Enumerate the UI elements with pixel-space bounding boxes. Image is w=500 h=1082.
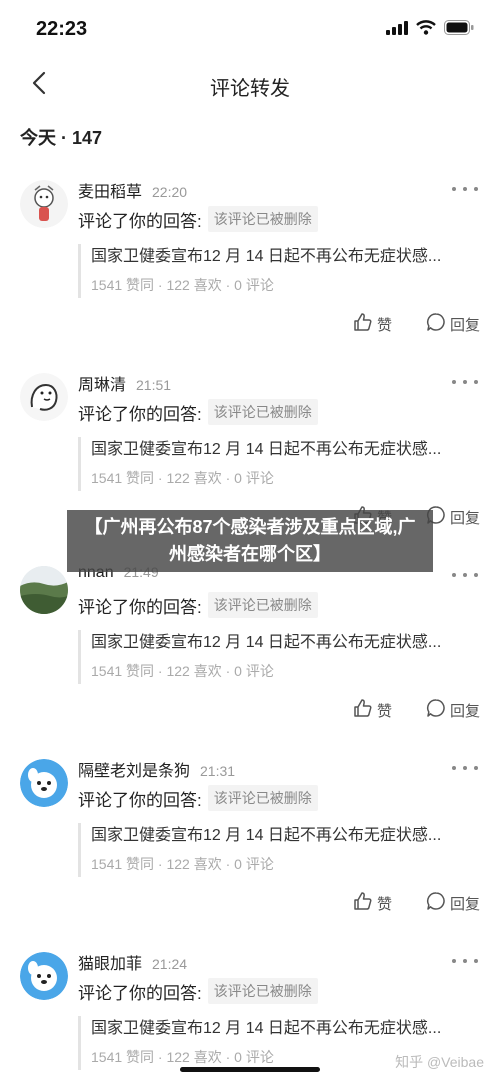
more-button[interactable] — [452, 570, 478, 580]
like-label: 赞 — [376, 316, 392, 334]
watermark: 知乎 @Veibae — [395, 1054, 484, 1070]
quote-stats: 1541 赞同 · 122 喜欢 · 0 评论 — [91, 663, 274, 679]
quote-stats: 1541 赞同 · 122 喜欢 · 0 评论 — [91, 856, 274, 872]
speech-bubble-icon — [426, 891, 446, 915]
reply-label: 回复 — [449, 316, 480, 334]
page-title: 评论转发 — [210, 78, 290, 100]
headline-banner: 【广州再公布87个感染者涉及重点区域,广州感染者在哪个区】 — [67, 510, 433, 572]
timestamp: 21:31 — [200, 763, 236, 779]
status-time: 22:23 — [36, 18, 88, 40]
more-button[interactable] — [452, 956, 478, 966]
reply-button[interactable]: 回复 — [426, 891, 480, 915]
thumbs-up-icon — [353, 891, 373, 915]
comment-text: 评论了你的回答: — [78, 983, 202, 1003]
comment-line: 评论了你的回答: 该评论已被删除 — [78, 399, 318, 425]
quote-title: 国家卫健委宣布12 月 14 日起不再公布无症状感... — [91, 248, 442, 265]
reply-button[interactable]: 回复 — [426, 505, 480, 529]
reply-button[interactable]: 回复 — [426, 698, 480, 722]
deleted-tag: 该评论已被删除 — [207, 206, 318, 232]
quoted-answer[interactable]: 国家卫健委宣布12 月 14 日起不再公布无症状感... 1541 赞同 · 1… — [78, 244, 478, 298]
reply-label: 回复 — [449, 509, 480, 527]
comment-line: 评论了你的回答: 该评论已被删除 — [78, 785, 318, 811]
deleted-tag: 该评论已被删除 — [207, 592, 318, 618]
quoted-answer[interactable]: 国家卫健委宣布12 月 14 日起不再公布无症状感... 1541 赞同 · 1… — [78, 630, 478, 684]
list-item[interactable]: 隔壁老刘是条狗 21:31 评论了你的回答: 该评论已被删除 国家卫健委宣布12 … — [0, 749, 500, 942]
username[interactable]: 周琳清 21:51 — [78, 371, 171, 395]
speech-bubble-icon — [426, 698, 446, 722]
like-label: 赞 — [376, 895, 392, 913]
battery-icon — [444, 20, 474, 40]
reply-button[interactable]: 回复 — [426, 312, 480, 336]
more-button[interactable] — [452, 184, 478, 194]
username[interactable]: 隔壁老刘是条狗 21:31 — [78, 757, 235, 781]
home-indicator[interactable] — [180, 1067, 320, 1072]
actions: 赞 回复 — [353, 698, 480, 722]
list-item[interactable]: 麦田稻草 22:20 评论了你的回答: 该评论已被删除 国家卫健委宣布12 月 1… — [0, 170, 500, 363]
speech-bubble-icon — [426, 312, 446, 336]
timestamp: 21:24 — [152, 956, 188, 972]
comment-text: 评论了你的回答: — [78, 211, 202, 231]
actions: 赞 回复 — [353, 891, 480, 915]
comment-text: 评论了你的回答: — [78, 404, 202, 424]
avatar[interactable] — [20, 566, 68, 614]
reply-label: 回复 — [449, 702, 480, 720]
quote-title: 国家卫健委宣布12 月 14 日起不再公布无症状感... — [91, 1020, 442, 1037]
quote-stats: 1541 赞同 · 122 喜欢 · 0 评论 — [91, 277, 274, 293]
thumbs-up-icon — [353, 312, 373, 336]
quote-title: 国家卫健委宣布12 月 14 日起不再公布无症状感... — [91, 634, 442, 651]
deleted-tag: 该评论已被删除 — [207, 399, 318, 425]
comment-line: 评论了你的回答: 该评论已被删除 — [78, 206, 318, 232]
username-text: 麦田稻草 — [78, 184, 143, 201]
like-button[interactable]: 赞 — [353, 698, 392, 722]
like-button[interactable]: 赞 — [353, 891, 392, 915]
comment-line: 评论了你的回答: 该评论已被删除 — [78, 978, 318, 1004]
avatar[interactable] — [20, 180, 68, 228]
quoted-answer[interactable]: 国家卫健委宣布12 月 14 日起不再公布无症状感... 1541 赞同 · 1… — [78, 437, 478, 491]
reply-label: 回复 — [449, 895, 480, 913]
comment-text: 评论了你的回答: — [78, 790, 202, 810]
timestamp: 21:51 — [136, 377, 172, 393]
comment-line: 评论了你的回答: 该评论已被删除 — [78, 592, 318, 618]
more-button[interactable] — [452, 763, 478, 773]
signal-icon — [386, 20, 408, 40]
avatar[interactable] — [20, 373, 68, 421]
thumbs-up-icon — [353, 698, 373, 722]
avatar[interactable] — [20, 759, 68, 807]
notification-list: 麦田稻草 22:20 评论了你的回答: 该评论已被删除 国家卫健委宣布12 月 1… — [0, 170, 500, 1082]
more-button[interactable] — [452, 377, 478, 387]
list-item[interactable]: nnan 21:49 评论了你的回答: 该评论已被删除 国家卫健委宣布12 月 1… — [0, 556, 500, 749]
username-text: 猫眼加菲 — [78, 956, 143, 973]
timestamp: 22:20 — [152, 184, 188, 200]
avatar[interactable] — [20, 952, 68, 1000]
like-button[interactable]: 赞 — [353, 312, 392, 336]
username[interactable]: 麦田稻草 22:20 — [78, 178, 187, 202]
deleted-tag: 该评论已被删除 — [207, 978, 318, 1004]
quote-title: 国家卫健委宣布12 月 14 日起不再公布无症状感... — [91, 441, 442, 458]
actions: 赞 回复 — [353, 312, 480, 336]
comment-text: 评论了你的回答: — [78, 597, 202, 617]
like-label: 赞 — [376, 702, 392, 720]
status-icons — [386, 20, 474, 40]
section-header: 今天 · 147 — [20, 128, 103, 148]
status-bar: 22:23 — [0, 0, 500, 60]
username[interactable]: 猫眼加菲 21:24 — [78, 950, 187, 974]
deleted-tag: 该评论已被删除 — [207, 785, 318, 811]
username-text: 周琳清 — [78, 377, 127, 394]
quote-stats: 1541 赞同 · 122 喜欢 · 0 评论 — [91, 470, 274, 486]
quoted-answer[interactable]: 国家卫健委宣布12 月 14 日起不再公布无症状感... 1541 赞同 · 1… — [78, 823, 478, 877]
nav-bar: 评论转发 — [0, 60, 500, 110]
wifi-icon — [416, 20, 436, 40]
username-text: 隔壁老刘是条狗 — [78, 763, 191, 780]
quote-title: 国家卫健委宣布12 月 14 日起不再公布无症状感... — [91, 827, 442, 844]
